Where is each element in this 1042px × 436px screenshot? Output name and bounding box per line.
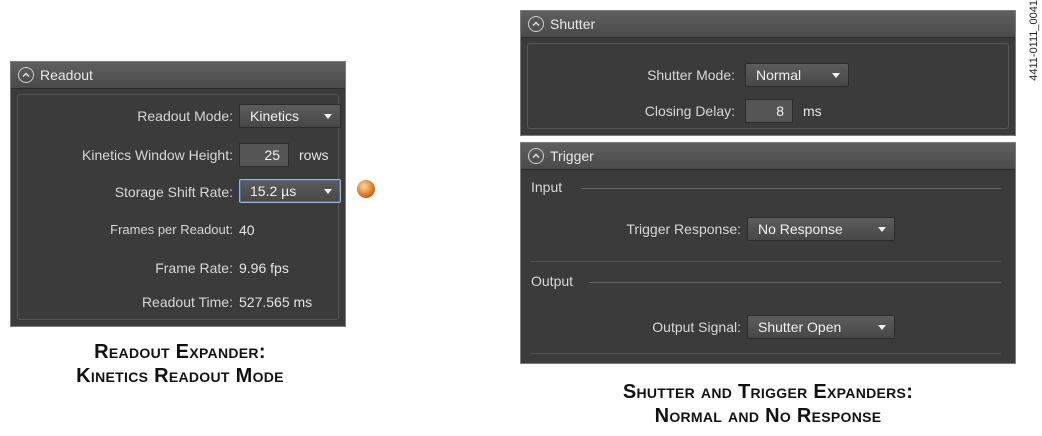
output-section-rule (589, 282, 1001, 283)
shutter-mode-label: Shutter Mode: (647, 67, 735, 83)
output-bottom-rule (531, 353, 1001, 354)
frames-label: Frames per Readout: (110, 222, 233, 237)
readout-mode-value: Kinetics (250, 108, 300, 124)
input-section-rule (581, 188, 1001, 189)
input-section-heading: Input (531, 179, 563, 195)
output-signal-value: Shutter Open (758, 319, 842, 335)
trigger-response-label: Trigger Response: (626, 221, 741, 237)
storage-shift-value: 15.2 µs (250, 183, 297, 199)
storage-shift-label: Storage Shift Rate: (114, 184, 233, 200)
readout-time-label: Readout Time: (141, 294, 233, 310)
dropdown-arrow-icon (324, 189, 332, 194)
chevron-up-icon[interactable] (528, 148, 544, 164)
shutter-mode-dropdown[interactable]: Normal (745, 63, 849, 87)
dropdown-arrow-icon (878, 227, 886, 232)
figure-id: 4411-0111_0041 (1028, 0, 1040, 81)
trigger-title: Trigger (550, 148, 594, 164)
frame-rate-label: Frame Rate: (155, 260, 233, 276)
frames-value: 40 (239, 222, 255, 238)
right-caption: Shutter and Trigger Expanders: Normal an… (520, 380, 1016, 428)
kinetics-height-input[interactable]: 25 (239, 143, 289, 167)
kinetics-height-label: Kinetics Window Height: (82, 147, 233, 163)
right-caption-line1: Shutter and Trigger Expanders: (622, 381, 914, 403)
chevron-up-icon[interactable] (528, 16, 544, 32)
dropdown-arrow-icon (878, 325, 886, 330)
trigger-expander: Trigger Input Trigger Response: No Respo… (520, 142, 1016, 364)
closing-delay-unit: ms (803, 103, 822, 119)
shutter-mode-value: Normal (756, 67, 802, 83)
right-caption-line2: Normal and No Response (654, 405, 882, 427)
readout-mode-label: Readout Mode: (137, 108, 233, 124)
dropdown-arrow-icon (832, 73, 840, 78)
left-caption: Readout Expander: Kinetics Readout Mode (20, 340, 340, 388)
left-caption-line1: Readout Expander: (94, 341, 266, 363)
trigger-header[interactable]: Trigger (521, 143, 1015, 170)
closing-delay-input[interactable]: 8 (745, 99, 793, 123)
readout-time-value: 527.565 ms (239, 294, 313, 310)
storage-shift-warning-icon (357, 180, 375, 198)
shutter-expander: Shutter Shutter Mode: Normal Closing Del… (520, 10, 1016, 136)
output-signal-label: Output Signal: (652, 319, 741, 335)
output-section-heading: Output (531, 273, 574, 289)
readout-title: Readout (40, 67, 93, 83)
storage-shift-dropdown[interactable]: 15.2 µs (239, 179, 341, 203)
readout-header[interactable]: Readout (11, 62, 345, 89)
input-bottom-rule (531, 261, 1001, 262)
readout-mode-dropdown[interactable]: Kinetics (239, 104, 341, 128)
frame-rate-value: 9.96 fps (239, 260, 289, 276)
chevron-up-icon[interactable] (18, 67, 34, 83)
left-caption-line2: Kinetics Readout Mode (76, 365, 284, 387)
shutter-header[interactable]: Shutter (521, 11, 1015, 38)
trigger-response-value: No Response (758, 221, 843, 237)
kinetics-height-unit: rows (299, 147, 329, 163)
dropdown-arrow-icon (324, 114, 332, 119)
output-signal-dropdown[interactable]: Shutter Open (747, 315, 895, 339)
closing-delay-label: Closing Delay: (644, 103, 735, 119)
trigger-response-dropdown[interactable]: No Response (747, 217, 895, 241)
shutter-title: Shutter (550, 16, 596, 32)
readout-expander: Readout Readout Mode: Kinetics Kinetics … (10, 61, 346, 327)
